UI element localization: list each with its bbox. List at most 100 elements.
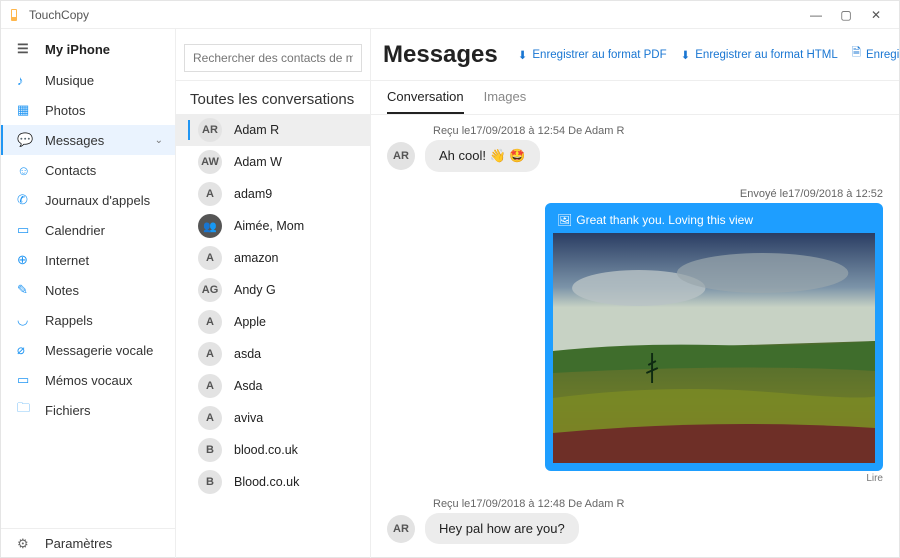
message-meta: Reçu le17/09/2018 à 12:48 De Adam R xyxy=(433,498,883,510)
message-meta: Envoyé le17/09/2018 à 12:52 xyxy=(740,188,883,200)
save-pdf-button[interactable]: ⬇Enregistrer au format PDF xyxy=(518,48,667,62)
avatar: A xyxy=(198,406,222,430)
conversation-item[interactable]: AR Adam R xyxy=(176,114,370,146)
app-title: TouchCopy xyxy=(29,8,89,22)
tab-images[interactable]: Images xyxy=(484,89,527,114)
avatar: B xyxy=(198,438,222,462)
conversation-name: Blood.co.uk xyxy=(234,475,299,489)
page-title: Messages xyxy=(383,41,498,69)
avatar: AW xyxy=(198,150,222,174)
app-logo-icon xyxy=(9,8,23,22)
music-icon: ♪ xyxy=(17,73,35,88)
conversation-name: blood.co.uk xyxy=(234,443,298,457)
notes-icon: ✎ xyxy=(17,282,35,298)
pdf-icon: ⬇ xyxy=(518,48,528,62)
photos-icon: ▦ xyxy=(17,102,35,118)
html-icon: ⬇ xyxy=(681,48,691,62)
messages-area[interactable]: Reçu le17/09/2018 à 12:54 De Adam R AR A… xyxy=(371,115,899,558)
gear-icon: ⚙ xyxy=(17,536,35,552)
sidebar-settings[interactable]: ⚙ Paramètres xyxy=(1,528,175,558)
sidebar-item-voice-memos[interactable]: ▭ Mémos vocaux xyxy=(1,365,175,395)
conversation-name: Adam R xyxy=(234,123,279,137)
device-name: My iPhone xyxy=(45,42,110,57)
toolbar: Messages ⬇Enregistrer au format PDF ⬇Enr… xyxy=(371,29,899,81)
all-conversations-header: Toutes les conversations xyxy=(176,81,370,114)
conversation-item[interactable]: Bblood.co.uk xyxy=(176,434,370,466)
image-icon: 🖼 xyxy=(557,213,572,227)
avatar: A xyxy=(198,246,222,270)
conversation-item[interactable]: Aadam9 xyxy=(176,178,370,210)
avatar: AR xyxy=(387,142,415,170)
conversation-name: Andy G xyxy=(234,283,276,297)
avatar: AR xyxy=(387,515,415,543)
conversation-name: amazon xyxy=(234,251,278,265)
sidebar-item-call-logs[interactable]: ✆ Journaux d'appels xyxy=(1,185,175,215)
sidebar-item-music[interactable]: ♪ Musique xyxy=(1,65,175,95)
save-text-button[interactable]: 🗎Enregistrer en tant que texte xyxy=(852,45,899,64)
sidebar-item-calendar[interactable]: ▭ Calendrier xyxy=(1,215,175,245)
save-html-button[interactable]: ⬇Enregistrer au format HTML xyxy=(681,48,838,62)
text-icon: 🗎 xyxy=(852,45,861,64)
sidebar-item-photos[interactable]: ▦ Photos xyxy=(1,95,175,125)
conversation-name: Adam W xyxy=(234,155,282,169)
read-status: Lire xyxy=(866,473,883,484)
avatar: 👥 xyxy=(198,214,222,238)
avatar: A xyxy=(198,374,222,398)
incoming-message: AR Hey pal how are you? xyxy=(387,513,883,544)
menu-icon: ☰ xyxy=(17,41,35,57)
conversation-name: aviva xyxy=(234,411,263,425)
window-minimize-button[interactable]: — xyxy=(801,8,831,22)
conversation-panel: Toutes les conversations AR Adam R AW Adam … xyxy=(176,29,371,558)
conversation-name: Asda xyxy=(234,379,263,393)
microphone-icon: ▭ xyxy=(17,372,35,388)
sidebar-item-internet[interactable]: ⊕ Internet xyxy=(1,245,175,275)
conversation-list[interactable]: AR Adam R AW Adam W Aadam9 👥 Aimée, Mom Aamazon… xyxy=(176,114,370,558)
message-meta: Reçu le17/09/2018 à 12:54 De Adam R xyxy=(433,125,883,137)
calendar-icon: ▭ xyxy=(17,222,35,238)
photo-caption: 🖼Great thank you. Loving this view xyxy=(553,211,875,233)
window-maximize-button[interactable]: ▢ xyxy=(831,8,861,22)
search-input[interactable] xyxy=(185,47,361,69)
avatar: AG xyxy=(198,278,222,302)
conversation-item[interactable]: BBlood.co.uk xyxy=(176,466,370,498)
avatar: A xyxy=(198,310,222,334)
sidebar-item-contacts[interactable]: ☺ Contacts xyxy=(1,155,175,185)
avatar: AR xyxy=(198,118,222,142)
conversation-item[interactable]: AW Adam W xyxy=(176,146,370,178)
window-close-button[interactable]: ✕ xyxy=(861,8,891,22)
sidebar: ☰ My iPhone ♪ Musique ▦ Photos 💬 Message… xyxy=(1,29,176,558)
messages-icon: 💬 xyxy=(17,132,35,148)
message-bubble: Hey pal how are you? xyxy=(425,513,579,544)
sidebar-item-voicemail[interactable]: ⌀ Messagerie vocale xyxy=(1,335,175,365)
conversation-item[interactable]: A Apple xyxy=(176,306,370,338)
conversation-name: Apple xyxy=(234,315,266,329)
titlebar: TouchCopy — ▢ ✕ xyxy=(1,1,899,29)
sidebar-item-notes[interactable]: ✎ Notes xyxy=(1,275,175,305)
conversation-name: Aimée, Mom xyxy=(234,219,304,233)
conversation-item[interactable]: 👥 Aimée, Mom xyxy=(176,210,370,242)
conversation-item[interactable]: AG Andy G xyxy=(176,274,370,306)
device-header[interactable]: ☰ My iPhone xyxy=(1,29,175,65)
sidebar-item-messages[interactable]: 💬 Messages ⌄ xyxy=(1,125,175,155)
conversation-search[interactable] xyxy=(184,44,362,72)
tab-conversation[interactable]: Conversation xyxy=(387,89,464,114)
contacts-icon: ☺ xyxy=(17,163,35,178)
conversation-item[interactable]: Aaviva xyxy=(176,402,370,434)
conversation-item[interactable]: A Asda xyxy=(176,370,370,402)
conversation-item[interactable]: Aamazon xyxy=(176,242,370,274)
voicemail-icon: ⌀ xyxy=(17,342,35,358)
phone-icon: ✆ xyxy=(17,192,35,208)
chevron-down-icon: ⌄ xyxy=(155,135,163,146)
conversation-item[interactable]: Aasda xyxy=(176,338,370,370)
main-panel: Messages ⬇Enregistrer au format PDF ⬇Enr… xyxy=(371,29,899,558)
conversation-name: adam9 xyxy=(234,187,272,201)
avatar: A xyxy=(198,342,222,366)
conversation-name: asda xyxy=(234,347,261,361)
globe-icon: ⊕ xyxy=(17,252,35,268)
conversation-tabs: Conversation Images xyxy=(371,81,899,115)
photo-message-card[interactable]: 🖼Great thank you. Loving this view xyxy=(545,203,883,471)
outgoing-message: Envoyé le17/09/2018 à 12:52 🖼Great thank… xyxy=(387,188,883,484)
message-photo xyxy=(553,233,875,463)
sidebar-item-reminders[interactable]: ◡ Rappels xyxy=(1,305,175,335)
sidebar-item-files[interactable]: 🗀 Fichiers xyxy=(1,395,175,425)
